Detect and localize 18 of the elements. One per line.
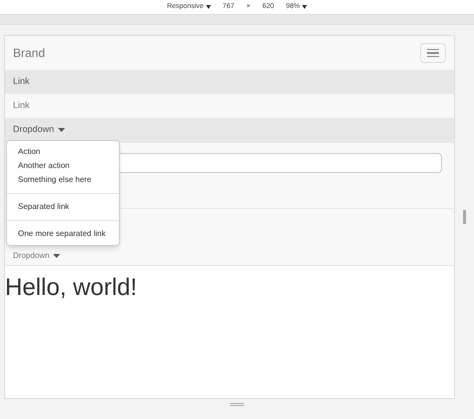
caret-icon [53, 254, 60, 258]
nav-link[interactable]: Link [5, 94, 454, 118]
page-heading: Hello, world! [5, 276, 138, 300]
resize-handle[interactable] [463, 210, 466, 224]
menu-item[interactable]: One more separated link [7, 227, 119, 241]
bottom-resize-handle[interactable] [230, 403, 244, 406]
nav-link[interactable]: Link [5, 70, 454, 94]
menu-item[interactable]: Another action [7, 159, 119, 173]
menu-item[interactable]: Separated link [7, 200, 119, 214]
dropdown-toggle[interactable]: Dropdown [13, 250, 60, 262]
menu-toggle-button[interactable] [420, 43, 446, 63]
brand-link[interactable]: Brand [13, 44, 46, 62]
menu-item[interactable]: Action [7, 145, 119, 159]
caret-icon [206, 5, 211, 9]
caret-icon [302, 5, 308, 9]
dropdown-toggle[interactable]: Dropdown [5, 118, 454, 142]
menu-item[interactable]: Something else here [7, 173, 119, 187]
caret-icon [58, 128, 66, 132]
